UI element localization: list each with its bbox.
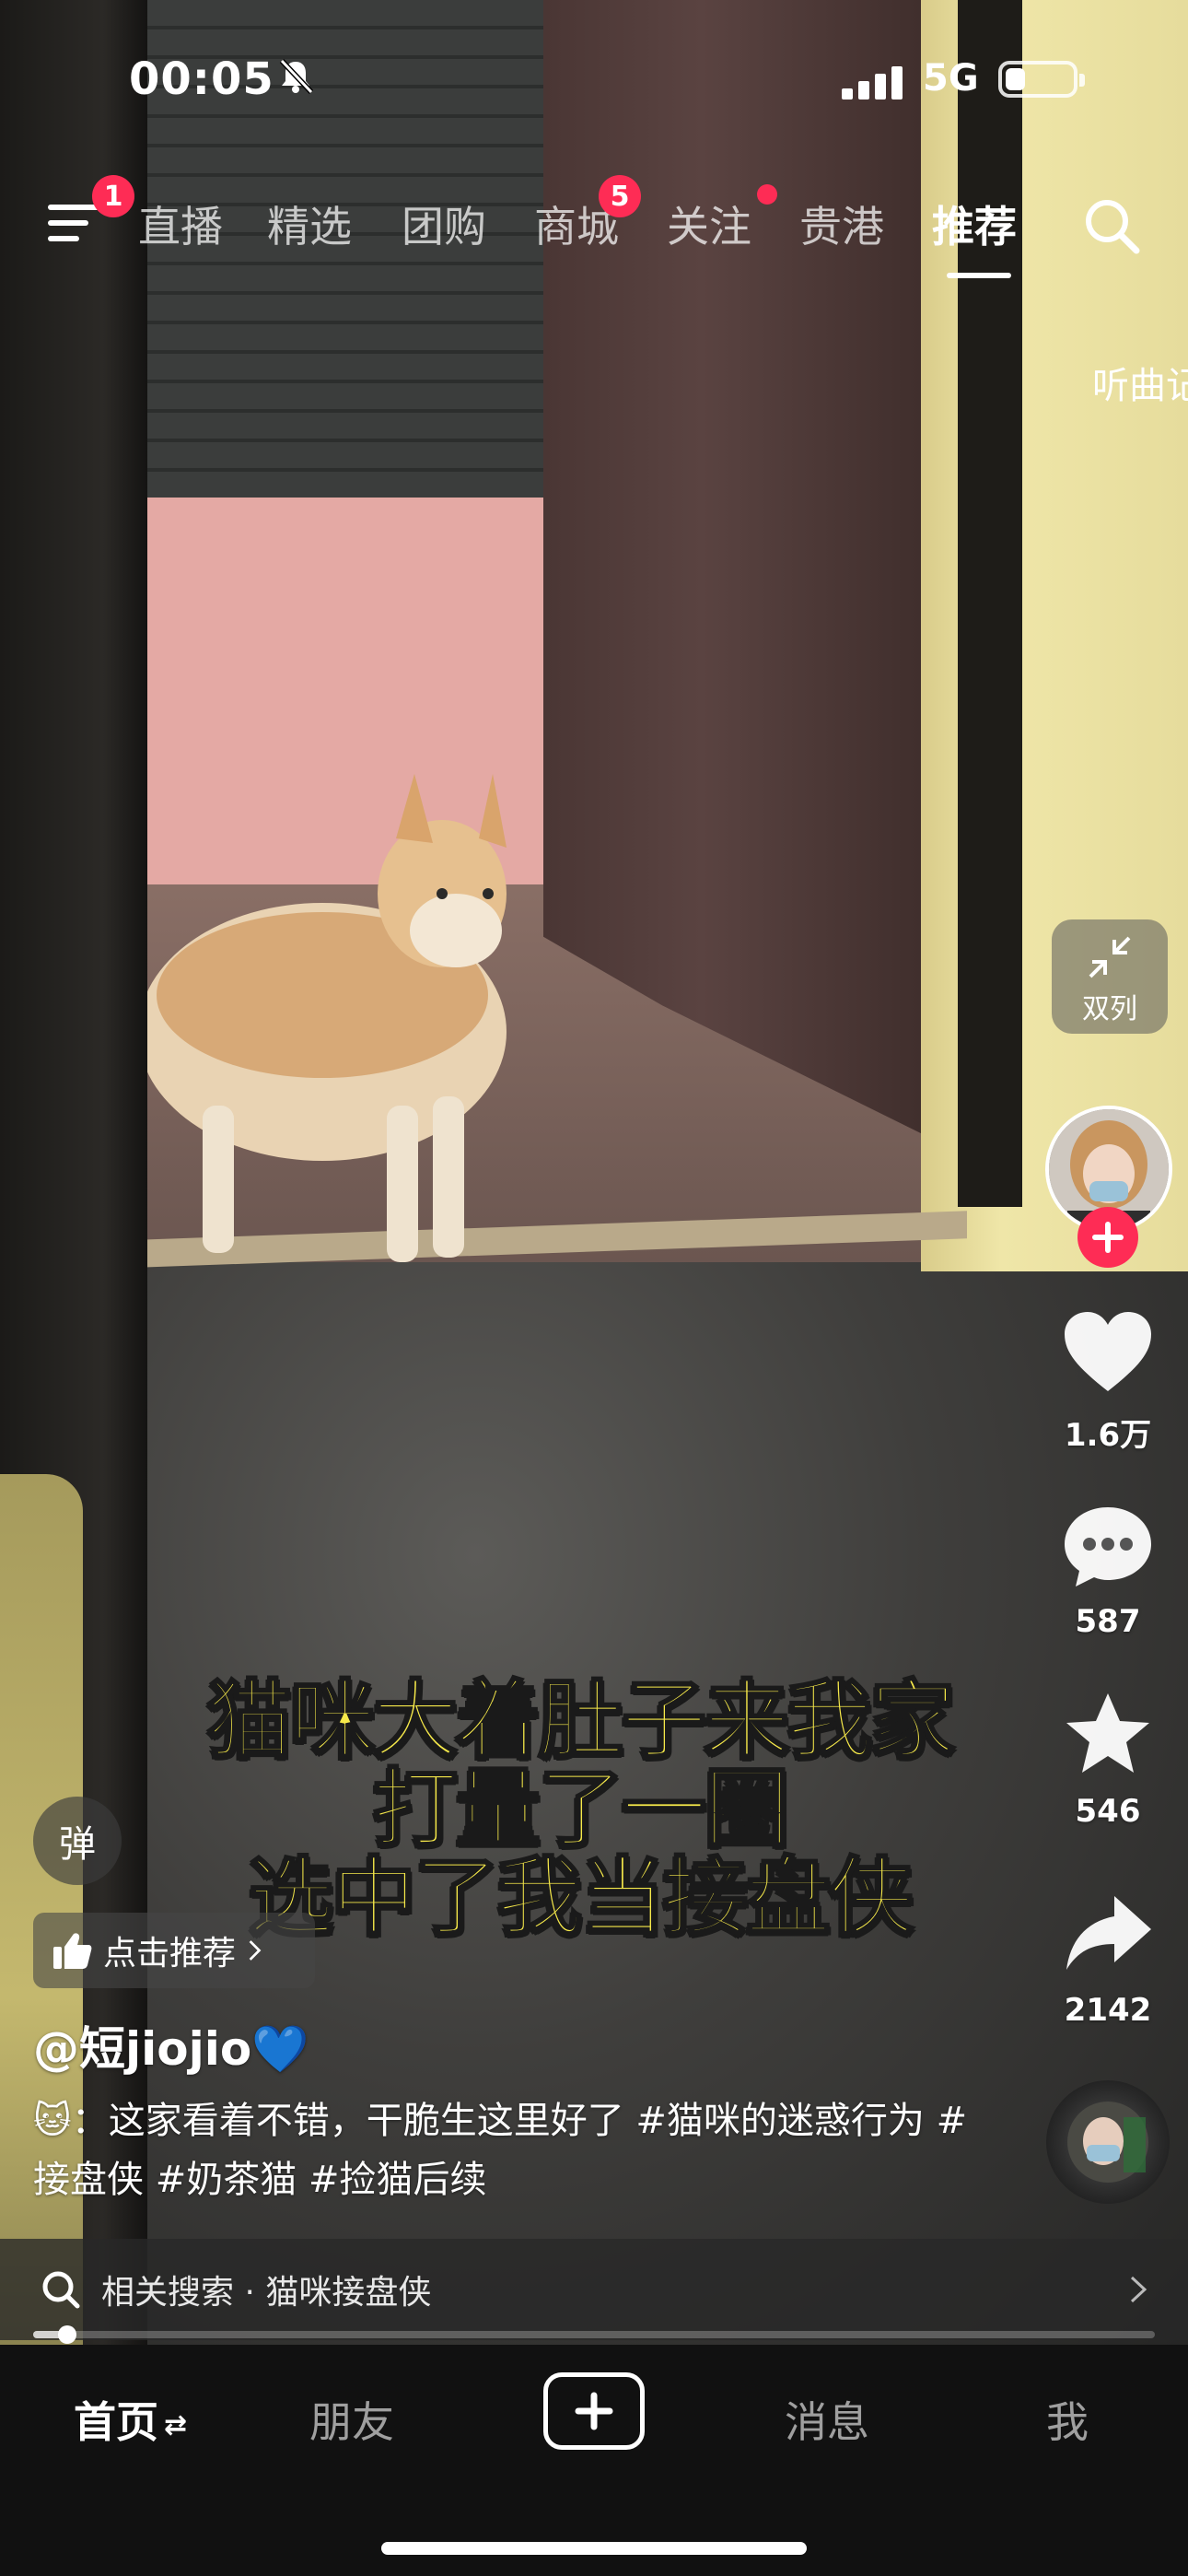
video-progress-handle[interactable] bbox=[57, 2325, 76, 2344]
related-search-text: 相关搜索 · 猫咪接盘侠 bbox=[101, 2274, 432, 2312]
comment-count: 587 bbox=[1075, 1603, 1141, 1640]
tab-group-buy[interactable]: 团购 bbox=[402, 193, 486, 254]
recommend-button[interactable]: 点击推荐 bbox=[33, 1913, 315, 1988]
tabbar-messages[interactable]: 消息 bbox=[785, 2389, 869, 2450]
signal-strength-icon bbox=[842, 64, 904, 100]
tab-recommend[interactable]: 推荐 bbox=[932, 193, 1017, 254]
tabbar-home-label: 首页 bbox=[74, 2397, 158, 2447]
video-scene-cat bbox=[138, 774, 507, 1262]
share-icon[interactable] bbox=[1059, 1889, 1157, 1977]
related-search-bar[interactable]: 相关搜索 · 猫咪接盘侠 bbox=[0, 2239, 1188, 2340]
video-player[interactable] bbox=[0, 0, 1188, 2345]
status-time: 00:05 bbox=[129, 53, 274, 105]
music-disc[interactable] bbox=[1046, 2080, 1170, 2204]
follow-button[interactable] bbox=[1077, 1207, 1138, 1268]
favorite-count: 546 bbox=[1075, 1793, 1141, 1830]
plus-icon bbox=[1092, 1222, 1124, 1253]
create-button[interactable] bbox=[543, 2372, 645, 2450]
share-count: 2142 bbox=[1064, 1992, 1152, 2029]
music-cover-image bbox=[1067, 2102, 1148, 2183]
search-icon[interactable] bbox=[1079, 193, 1144, 258]
battery-level bbox=[1006, 68, 1025, 90]
video-caption: 猫咪大着肚子来我家 打量了一圈 选中了我当接盘侠 bbox=[120, 1671, 1041, 1943]
following-dot bbox=[757, 184, 777, 205]
caption-line: 打量了一圈 bbox=[371, 1760, 790, 1858]
like-count: 1.6万 bbox=[1064, 1417, 1152, 1454]
swap-icon: ⇄ bbox=[164, 2409, 188, 2441]
chevron-right-icon bbox=[1130, 2276, 1147, 2303]
author-name[interactable]: @短jiojio💙 bbox=[33, 2012, 309, 2078]
plus-icon bbox=[575, 2392, 613, 2430]
active-tab-indicator bbox=[947, 273, 1011, 278]
tabbar-me[interactable]: 我 bbox=[1046, 2389, 1089, 2450]
video-scene-door-edge bbox=[958, 0, 1022, 1207]
heart-icon[interactable] bbox=[1059, 1308, 1157, 1397]
thumb-up-icon bbox=[53, 1933, 92, 1969]
tab-featured[interactable]: 精选 bbox=[267, 193, 352, 254]
video-scene-foreground bbox=[0, 1474, 83, 2345]
tab-local[interactable]: 贵港 bbox=[799, 193, 884, 254]
chevron-right-icon bbox=[249, 1940, 262, 1961]
video-description[interactable]: 🐱：这家看着不错，干脆生这里好了 #猫咪的迷惑行为 #接盘侠 #奶茶猫 #捡猫后… bbox=[33, 2091, 991, 2209]
tab-live[interactable]: 直播 bbox=[138, 193, 223, 254]
recommend-label: 点击推荐 bbox=[103, 1935, 237, 1973]
bell-off-icon bbox=[279, 58, 314, 95]
danmu-button[interactable]: 弹 bbox=[33, 1797, 122, 1885]
tab-following[interactable]: 关注 bbox=[667, 193, 751, 254]
dual-column-button[interactable]: 双列 bbox=[1052, 919, 1168, 1034]
side-hint-label[interactable]: 听曲记 bbox=[1092, 356, 1188, 409]
star-icon[interactable] bbox=[1059, 1690, 1157, 1778]
network-type: 5G bbox=[923, 57, 979, 100]
search-icon bbox=[42, 2271, 80, 2309]
bottom-tab-bar: 首页 ⇄ 朋友 消息 我 bbox=[0, 2345, 1188, 2576]
collapse-icon bbox=[1089, 936, 1131, 978]
caption-line: 猫咪大着肚子来我家 bbox=[205, 1671, 956, 1770]
tabbar-home[interactable]: 首页 ⇄ bbox=[74, 2389, 187, 2450]
menu-badge: 1 bbox=[92, 175, 134, 217]
tabbar-friends[interactable]: 朋友 bbox=[309, 2389, 394, 2450]
video-progress-bar[interactable] bbox=[33, 2325, 1155, 2344]
dual-column-label: 双列 bbox=[1082, 993, 1137, 1025]
comment-icon[interactable] bbox=[1059, 1502, 1157, 1590]
home-indicator bbox=[381, 2542, 807, 2555]
battery-icon bbox=[998, 61, 1085, 98]
mall-badge: 5 bbox=[599, 175, 641, 217]
menu-icon[interactable] bbox=[48, 201, 99, 245]
